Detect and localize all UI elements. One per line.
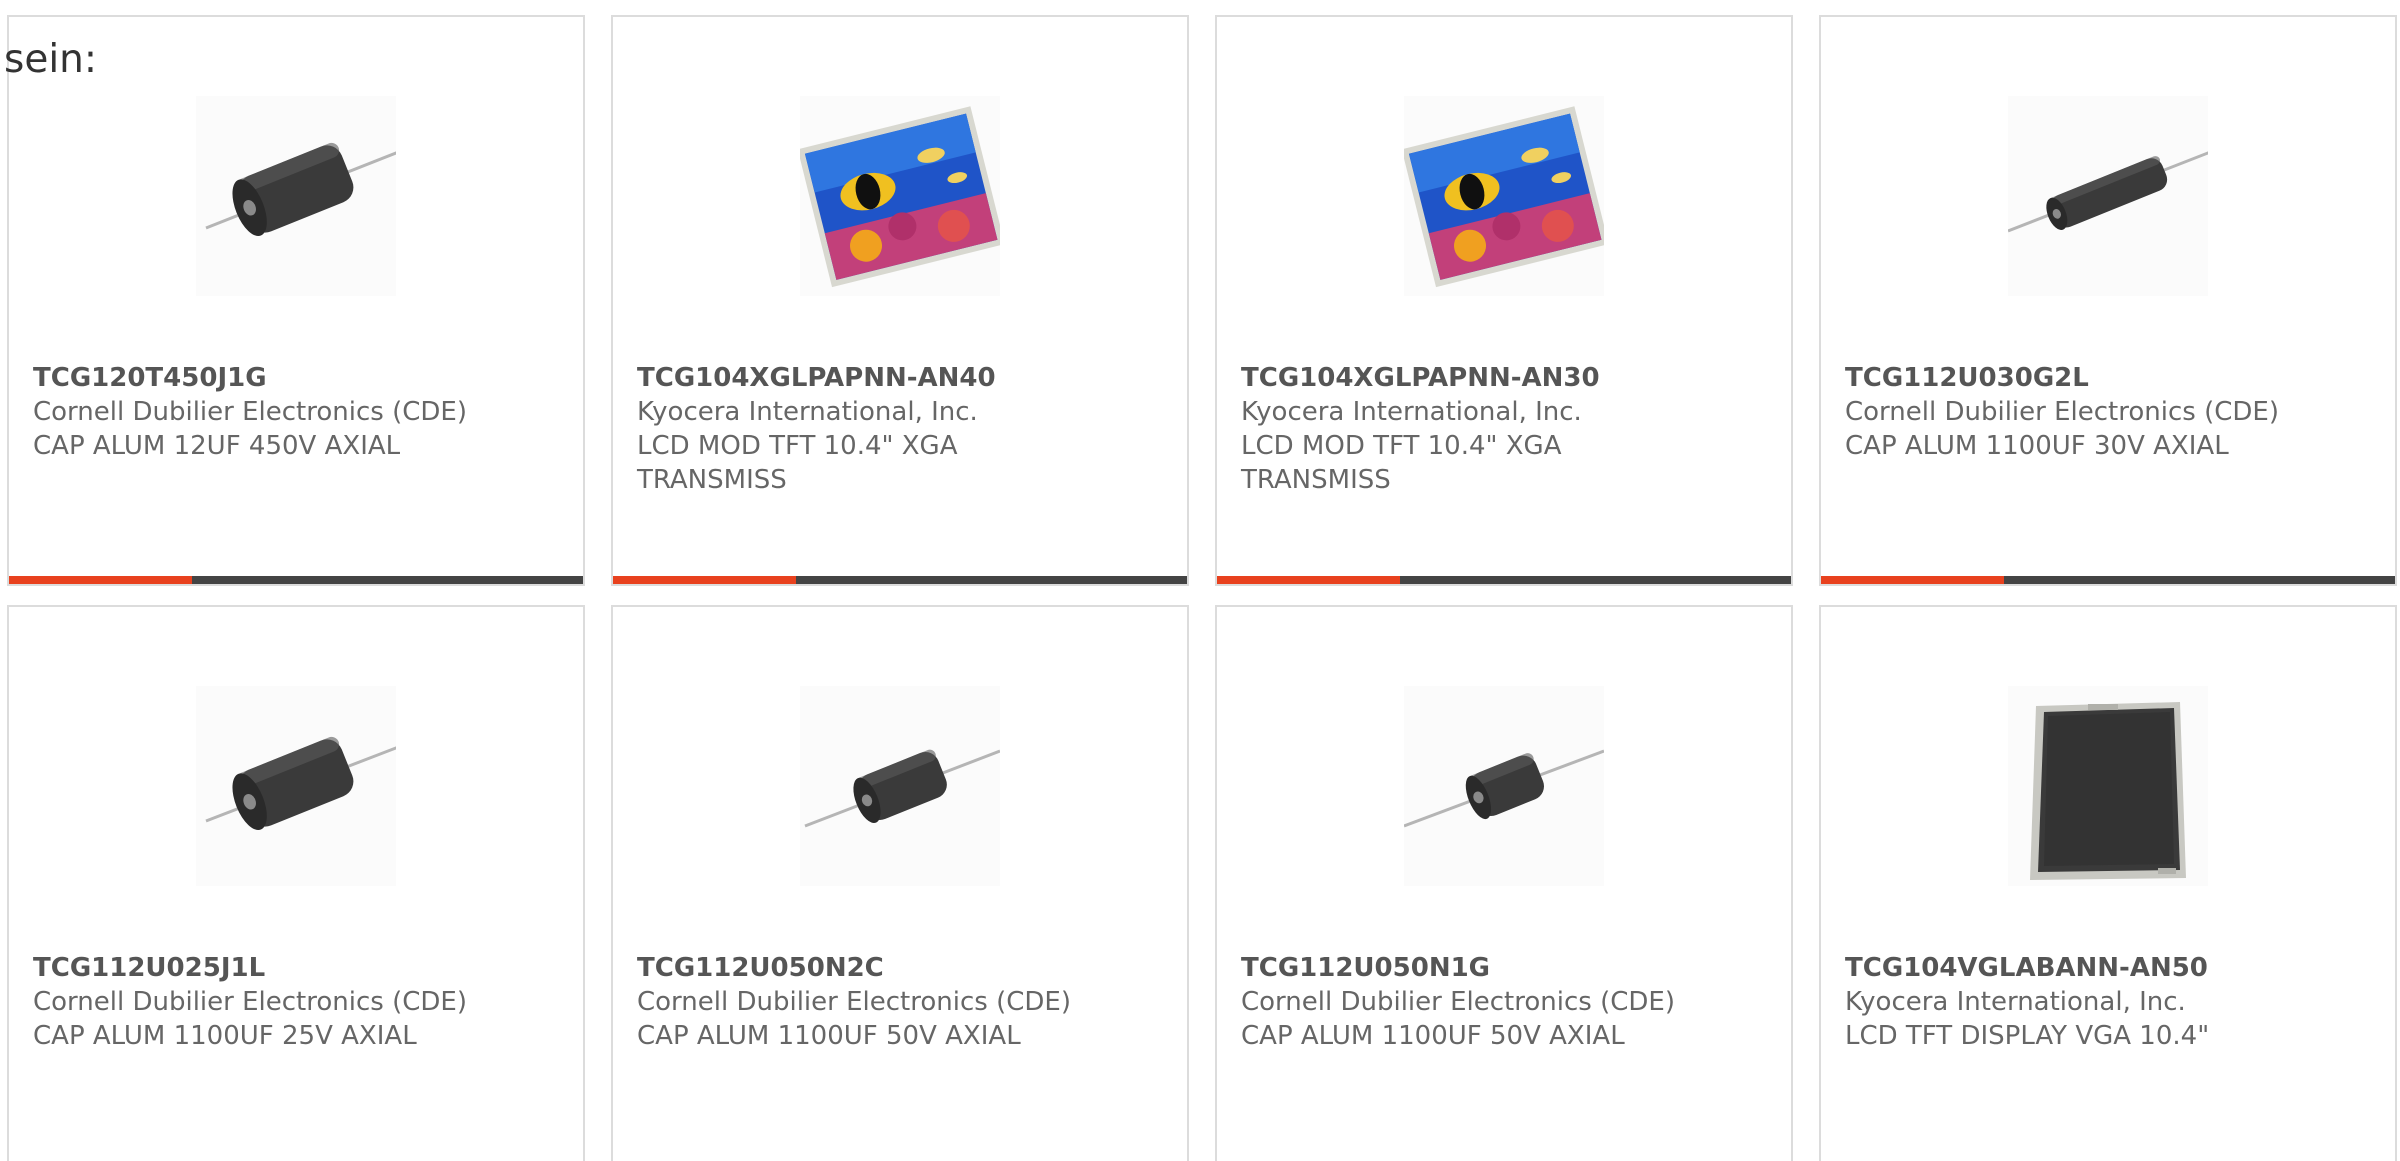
part-number-link[interactable]: TCG112U030G2L (1845, 361, 2375, 395)
description-label: LCD MOD TFT 10.4" XGA TRANSMISS (1241, 431, 1562, 495)
part-number-link[interactable]: TCG104VGLABANN-AN50 (1845, 951, 2375, 985)
product-card[interactable]: TCG112U030G2L Cornell Dubilier Electroni… (1819, 15, 2397, 586)
product-info: TCG112U030G2L Cornell Dubilier Electroni… (1845, 361, 2375, 463)
part-number-link[interactable]: TCG112U025J1L (33, 951, 563, 985)
axial-capacitor-icon[interactable] (800, 686, 1000, 886)
product-info: TCG120T450J1G Cornell Dubilier Electroni… (33, 361, 563, 463)
part-number-link[interactable]: TCG104XGLPAPNN-AN30 (1241, 361, 1771, 395)
product-card[interactable]: TCG104XGLPAPNN-AN40 Kyocera Internationa… (611, 15, 1189, 586)
product-card[interactable]: TCG112U050N1G Cornell Dubilier Electroni… (1215, 605, 1793, 1161)
manufacturer-label: Cornell Dubilier Electronics (CDE) (1845, 397, 2279, 427)
axial-capacitor-icon[interactable] (196, 96, 396, 296)
description-label: CAP ALUM 12UF 450V AXIAL (33, 431, 401, 461)
product-info: TCG104XGLPAPNN-AN40 Kyocera Internationa… (637, 361, 1167, 497)
manufacturer-label: Kyocera International, Inc. (1241, 397, 1582, 427)
description-label: CAP ALUM 1100UF 50V AXIAL (637, 1021, 1021, 1051)
card-accent-bar (1217, 576, 1791, 584)
lead-text: sein: (4, 37, 98, 82)
manufacturer-label: Kyocera International, Inc. (1845, 987, 2186, 1017)
description-label: LCD MOD TFT 10.4" XGA TRANSMISS (637, 431, 958, 495)
manufacturer-label: Cornell Dubilier Electronics (CDE) (33, 987, 467, 1017)
axial-capacitor-icon[interactable] (196, 686, 396, 886)
product-grid-page: sein: TCG120T450J1G Cornell Dubilier Ele… (0, 0, 2400, 1161)
manufacturer-label: Kyocera International, Inc. (637, 397, 978, 427)
manufacturer-label: Cornell Dubilier Electronics (CDE) (637, 987, 1071, 1017)
description-label: CAP ALUM 1100UF 30V AXIAL (1845, 431, 2229, 461)
product-card[interactable]: TCG112U025J1L Cornell Dubilier Electroni… (7, 605, 585, 1161)
product-card[interactable]: TCG104VGLABANN-AN50 Kyocera Internationa… (1819, 605, 2397, 1161)
product-card[interactable]: TCG120T450J1G Cornell Dubilier Electroni… (7, 15, 585, 586)
description-label: CAP ALUM 1100UF 50V AXIAL (1241, 1021, 1625, 1051)
manufacturer-label: Cornell Dubilier Electronics (CDE) (1241, 987, 1675, 1017)
product-card[interactable]: TCG104XGLPAPNN-AN30 Kyocera Internationa… (1215, 15, 1793, 586)
axial-capacitor-icon[interactable] (2008, 96, 2208, 296)
manufacturer-label: Cornell Dubilier Electronics (CDE) (33, 397, 467, 427)
description-label: LCD TFT DISPLAY VGA 10.4" (1845, 1021, 2210, 1051)
part-number-link[interactable]: TCG112U050N2C (637, 951, 1167, 985)
product-info: TCG112U050N2C Cornell Dubilier Electroni… (637, 951, 1167, 1053)
product-info: TCG112U050N1G Cornell Dubilier Electroni… (1241, 951, 1771, 1053)
part-number-link[interactable]: TCG120T450J1G (33, 361, 563, 395)
axial-capacitor-icon[interactable] (1404, 686, 1604, 886)
product-info: TCG104VGLABANN-AN50 Kyocera Internationa… (1845, 951, 2375, 1053)
card-accent-bar (9, 576, 583, 584)
part-number-link[interactable]: TCG112U050N1G (1241, 951, 1771, 985)
lcd-module-icon[interactable] (1404, 96, 1604, 296)
lcd-module-icon[interactable] (800, 96, 1000, 296)
card-accent-bar (1821, 576, 2395, 584)
card-accent-bar (613, 576, 1187, 584)
product-info: TCG112U025J1L Cornell Dubilier Electroni… (33, 951, 563, 1053)
part-number-link[interactable]: TCG104XGLPAPNN-AN40 (637, 361, 1167, 395)
product-info: TCG104XGLPAPNN-AN30 Kyocera Internationa… (1241, 361, 1771, 497)
description-label: CAP ALUM 1100UF 25V AXIAL (33, 1021, 417, 1051)
product-card[interactable]: TCG112U050N2C Cornell Dubilier Electroni… (611, 605, 1189, 1161)
lcd-display-panel-icon[interactable] (2008, 686, 2208, 886)
